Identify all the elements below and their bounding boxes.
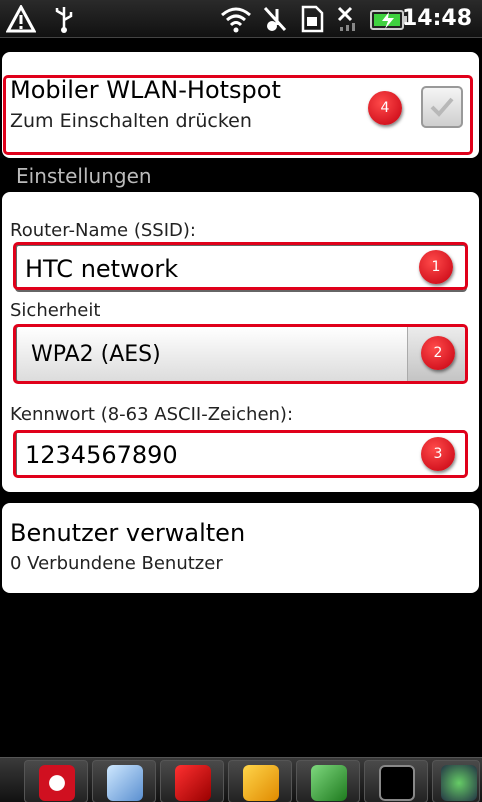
dock-app-excel[interactable]: [296, 760, 360, 802]
terminal-icon: [379, 765, 415, 801]
password-input[interactable]: 1234567890: [15, 430, 467, 478]
dock-app-terminal[interactable]: [364, 760, 428, 802]
dock-app-outlook[interactable]: [228, 760, 292, 802]
warning-icon: [6, 5, 36, 33]
hotspot-subtitle: Zum Einschalten drücken: [10, 110, 252, 132]
chart-app-icon: [441, 765, 477, 801]
no-sound-icon: [263, 6, 287, 32]
manage-users-row[interactable]: Benutzer verwalten 0 Verbundene Benutzer: [2, 503, 479, 593]
no-signal-icon: [337, 6, 355, 31]
hotspot-checkbox[interactable]: [421, 86, 463, 128]
annotation-badge-3: 3: [421, 437, 455, 471]
dock-app-notes[interactable]: [92, 760, 156, 802]
connected-users-count: 0 Verbundene Benutzer: [10, 553, 223, 574]
dock-app-media[interactable]: [24, 760, 88, 802]
excel-icon: [311, 765, 347, 801]
hotspot-title: Mobiler WLAN-Hotspot: [10, 76, 281, 104]
ssid-label: Router-Name (SSID):: [10, 220, 196, 241]
dock-app-chart[interactable]: [432, 760, 480, 802]
clock: 14:48: [401, 6, 472, 31]
manage-users-title: Benutzer verwalten: [10, 519, 246, 547]
settings-section-header: Einstellungen: [16, 164, 152, 188]
checkmark-icon: [430, 97, 454, 117]
usb-icon: [55, 7, 73, 33]
hotspot-toggle-row[interactable]: Mobiler WLAN-Hotspot Zum Einschalten drü…: [2, 52, 479, 158]
annotation-badge-2: 2: [421, 336, 455, 370]
media-player-icon: [39, 765, 75, 801]
dock-app-sprint[interactable]: [160, 760, 224, 802]
sprint-icon: [175, 765, 211, 801]
annotation-badge-1: 1: [419, 250, 453, 284]
security-selected-value: WPA2 (AES): [31, 342, 161, 367]
notes-icon: [107, 765, 143, 801]
outlook-icon: [243, 765, 279, 801]
wifi-icon: [221, 7, 251, 33]
security-select[interactable]: WPA2 (AES): [15, 325, 467, 383]
ssid-input[interactable]: HTC network: [15, 244, 467, 292]
sim-icon: [301, 5, 324, 33]
security-label: Sicherheit: [10, 300, 101, 321]
settings-card: Router-Name (SSID): HTC network Sicherhe…: [2, 192, 479, 492]
app-dock: [0, 757, 482, 802]
annotation-badge-4: 4: [368, 91, 402, 125]
password-label: Kennwort (8-63 ASCII-Zeichen):: [10, 404, 294, 425]
status-bar: 14:48: [0, 0, 482, 38]
